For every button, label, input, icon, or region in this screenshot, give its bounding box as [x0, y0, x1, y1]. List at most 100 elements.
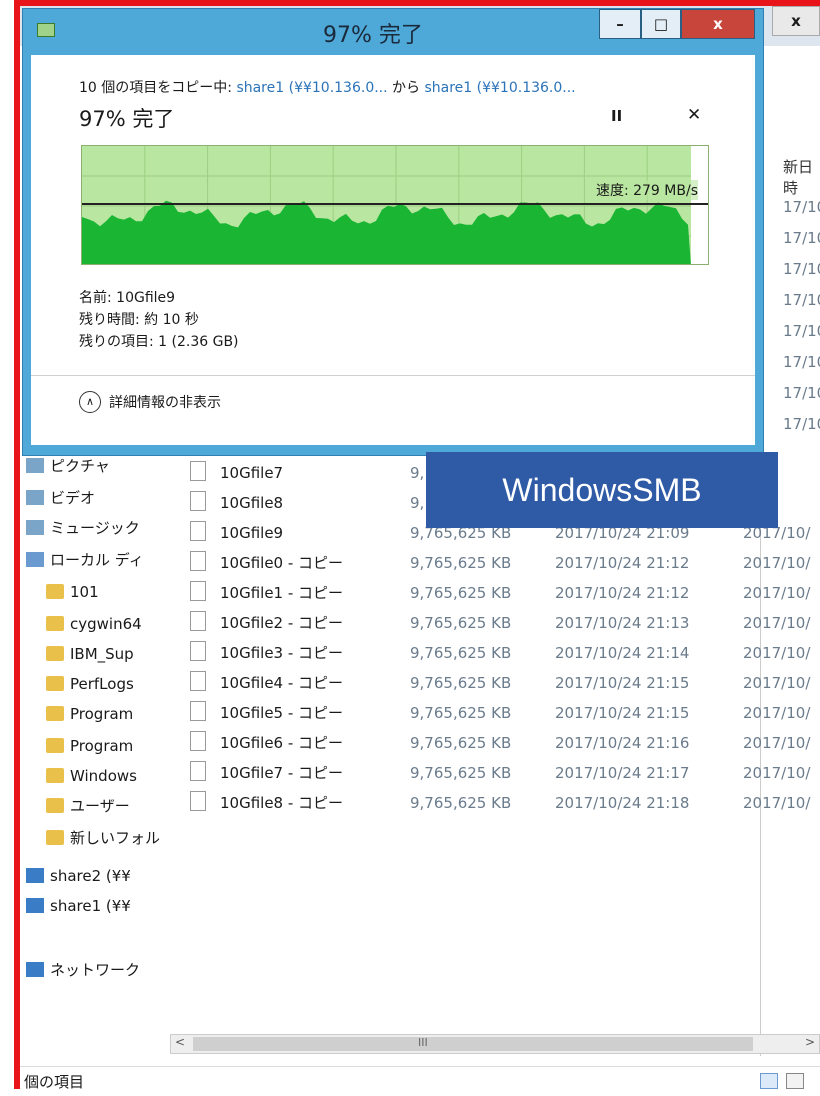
column-header-fragment[interactable]: 新日時 [783, 156, 820, 198]
folder-icon [46, 706, 64, 721]
sidebar-item[interactable]: ミュージック [26, 514, 140, 542]
copy-description: 10 個の項目をコピー中: share1 (¥¥10.136.0... から s… [79, 77, 576, 97]
close-button[interactable]: x [681, 9, 755, 39]
sidebar-item-label: IBM_Sup [70, 645, 134, 663]
pictures-icon [26, 458, 44, 473]
file-size: 9,765,625 KB [410, 584, 512, 602]
chevron-up-icon[interactable]: ∧ [79, 391, 101, 413]
scroll-left-arrow[interactable]: < [175, 1035, 185, 1049]
sidebar-item[interactable]: PerfLogs [46, 670, 134, 698]
scroll-right-arrow[interactable]: > [805, 1035, 815, 1049]
sidebar-item[interactable]: ネットワーク [26, 956, 140, 984]
folder-icon [46, 646, 64, 661]
sidebar-item[interactable]: IBM_Sup [46, 640, 134, 668]
date-fragment: 17/10/ [783, 229, 820, 247]
date-fragment: 17/10/ [783, 384, 820, 402]
network-drive-icon [26, 898, 44, 913]
sidebar-item[interactable]: Windows [46, 762, 137, 790]
progress-text: 97% 完了 [79, 107, 175, 131]
file-name: 10Gfile8 - コピー [220, 794, 344, 812]
file-size: 9,765,625 KB [410, 734, 512, 752]
file-name: 10Gfile7 - コピー [220, 764, 344, 782]
date-fragment: 17/10/ [783, 260, 820, 278]
file-date-modified: 2017/10/24 21:18 [555, 794, 690, 812]
items-remaining: 残りの項目: 1 (2.36 GB) [79, 334, 239, 350]
speed-graph: 速度: 279 MB/s [81, 145, 709, 265]
horizontal-scrollbar[interactable]: < III > [170, 1034, 820, 1054]
throughput-chart [82, 146, 708, 264]
file-date-modified: 2017/10/24 21:15 [555, 674, 690, 692]
file-name: 10Gfile9 [220, 524, 284, 542]
file-date-created: 2017/10/ [743, 584, 811, 602]
file-name: 10Gfile8 [220, 494, 284, 512]
file-date-modified: 2017/10/24 21:16 [555, 734, 690, 752]
sidebar-item[interactable]: ピクチャ [26, 452, 110, 480]
file-icon [190, 551, 206, 571]
file-name: 名前: 10Gfile9 [79, 290, 176, 306]
file-icon [190, 701, 206, 721]
date-fragment: 17/10/ [783, 353, 820, 371]
folder-icon [46, 616, 64, 631]
file-size: 9,765,625 KB [410, 644, 512, 662]
sidebar-item-label: 新しいフォル [70, 829, 161, 847]
file-size: 9, [410, 494, 425, 512]
sidebar-item-label: cygwin64 [70, 615, 142, 633]
file-date-created: 2017/10/ [743, 764, 811, 782]
folder-icon [46, 584, 64, 599]
sidebar-item-label: ピクチャ [50, 457, 110, 475]
file-name: 10Gfile7 [220, 464, 284, 482]
file-name: 10Gfile4 - コピー [220, 674, 344, 692]
sidebar-item[interactable]: 新しいフォル [46, 824, 160, 852]
source-link[interactable]: share1 (¥¥10.136.0... [236, 80, 387, 96]
file-date-modified: 2017/10/24 21:12 [555, 554, 690, 572]
file-icon [190, 611, 206, 631]
file-name: 10Gfile3 - コピー [220, 644, 344, 662]
sidebar-item-label: share2 (¥¥ [50, 867, 131, 885]
network-icon [26, 962, 44, 977]
sidebar-item-label: PerfLogs [70, 675, 134, 693]
file-name: 10Gfile0 - コピー [220, 554, 344, 572]
music-icon [26, 520, 44, 535]
sidebar-item[interactable]: Program [46, 700, 133, 728]
details-toggle[interactable]: ∧ 詳細情報の非表示 [79, 391, 221, 413]
sidebar-item[interactable]: ユーザー [46, 792, 130, 820]
close-icon[interactable]: ✕ [687, 105, 701, 125]
folder-icon [46, 738, 64, 753]
sidebar-item[interactable]: cygwin64 [46, 610, 142, 638]
sidebar-item[interactable]: 101 [46, 578, 99, 606]
file-date-created: 2017/10/ [743, 554, 811, 572]
minimize-button[interactable]: – [599, 9, 641, 39]
file-size: 9,765,625 KB [410, 704, 512, 722]
details-view-icon[interactable] [760, 1073, 778, 1089]
maximize-button[interactable]: □ [641, 9, 681, 39]
pause-icon[interactable]: II [611, 107, 622, 125]
dialog-body: 10 個の項目をコピー中: share1 (¥¥10.136.0... から s… [31, 55, 755, 445]
sidebar-item[interactable]: Program [46, 732, 133, 760]
network-drive-icon [26, 868, 44, 883]
file-icon [190, 521, 206, 541]
sidebar-item-label: ローカル ディ [50, 551, 144, 569]
scroll-thumb[interactable]: III [193, 1036, 753, 1051]
sidebar-item[interactable]: share1 (¥¥ [26, 892, 131, 920]
sidebar-item[interactable]: ビデオ [26, 484, 95, 512]
file-size: 9,765,625 KB [410, 764, 512, 782]
file-date-created: 2017/10/ [743, 614, 811, 632]
file-date-created: 2017/10/ [743, 674, 811, 692]
remaining-area [691, 146, 708, 264]
sidebar-item[interactable]: ローカル ディ [26, 546, 144, 574]
folder-icon [46, 830, 64, 845]
destination-link[interactable]: share1 (¥¥10.136.0... [424, 80, 575, 96]
copy-prefix: 10 個の項目をコピー中: [79, 80, 237, 96]
file-icon [190, 731, 206, 751]
explorer-close-button[interactable]: x [772, 6, 820, 36]
dialog-title: 97% 完了 [323, 23, 423, 48]
sidebar-item[interactable]: share2 (¥¥ [26, 862, 131, 890]
date-fragment: 17/10/ [783, 198, 820, 216]
file-icon [190, 791, 206, 811]
video-icon [26, 490, 44, 505]
sidebar-item-label: ユーザー [70, 797, 130, 815]
large-icons-view-icon[interactable] [786, 1073, 804, 1089]
details-toggle-label[interactable]: 詳細情報の非表示 [109, 395, 221, 411]
sidebar-item-label: Program [70, 737, 134, 755]
file-icon [190, 581, 206, 601]
